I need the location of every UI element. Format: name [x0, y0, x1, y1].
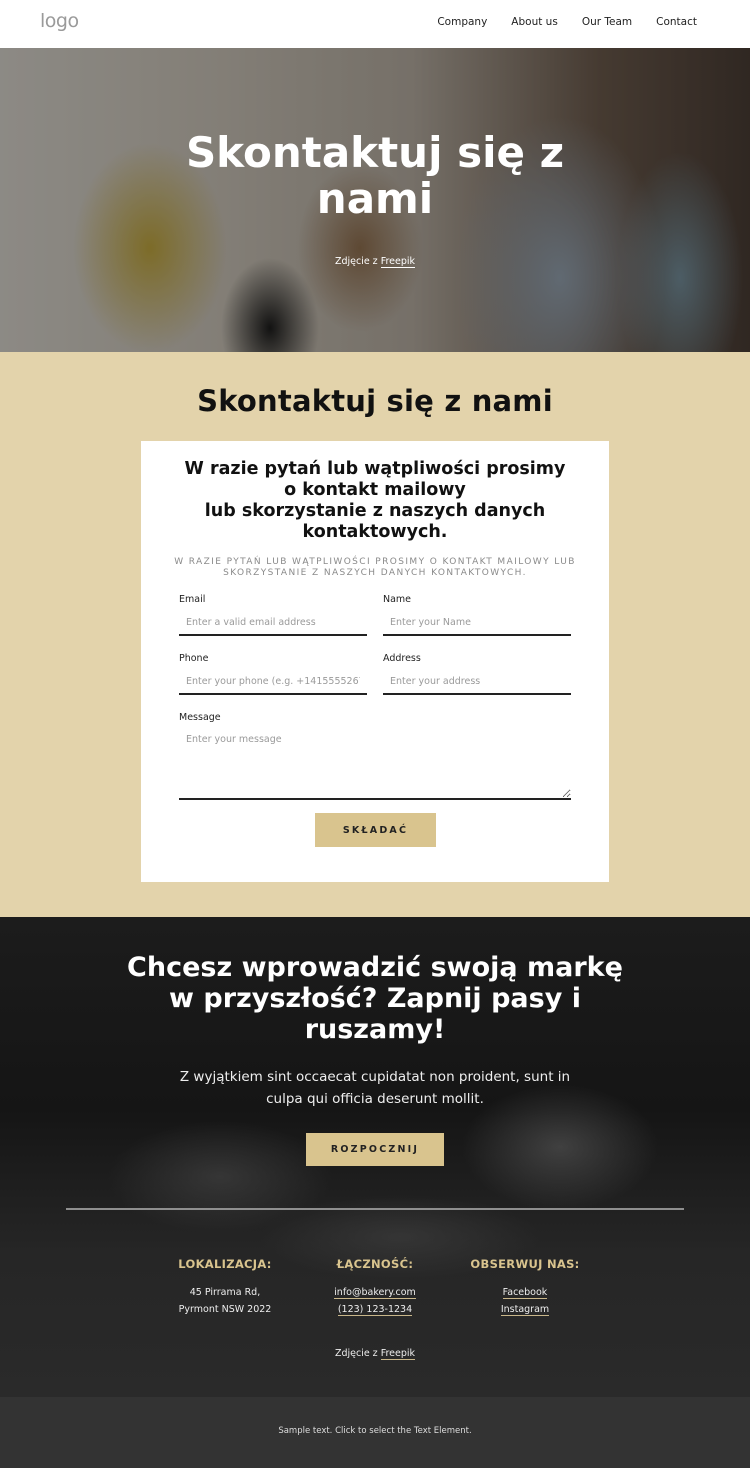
contact-column: ŁĄCZNOŚĆ: info@bakery.com (123) 123-1234 [300, 1257, 450, 1318]
cta-title: Chcesz wprowadzić swoją markę w przyszło… [127, 952, 623, 1045]
address-line: 45 Pirrama Rd, [189, 1287, 261, 1298]
freepik-link[interactable]: Freepik [380, 256, 416, 268]
hero-title: Skontaktuj się z nami [185, 128, 565, 223]
email-link[interactable]: info@bakery.com [334, 1287, 416, 1299]
email-label: Email [179, 594, 206, 605]
card-heading-line: W razie pytań lub wątpliwości prosimy [184, 459, 566, 479]
instagram-link[interactable]: Instagram [500, 1303, 550, 1316]
card-heading-line: o kontakt mailowy [284, 480, 466, 500]
contact-title: Skontaktuj się z nami [197, 384, 553, 418]
message-label: Message [179, 712, 221, 723]
instagram-line: Instagram [450, 1302, 600, 1319]
name-input[interactable] [383, 610, 571, 636]
email-line: info@bakery.com [300, 1285, 450, 1302]
address-label: Address [383, 653, 421, 664]
nav-contact[interactable]: Contact [656, 16, 697, 28]
message-field-group: Message [179, 712, 571, 800]
location-heading: LOKALIZACJA: [178, 1257, 272, 1271]
phone-input[interactable] [179, 669, 367, 695]
phone-field-group: Phone [179, 653, 367, 695]
location-column: LOKALIZACJA: 45 Pirrama Rd, Pyrmont NSW … [150, 1257, 300, 1318]
phone-label: Phone [179, 653, 209, 664]
contact-heading: ŁĄCZNOŚĆ: [336, 1257, 414, 1271]
follow-heading: OBSERWUJ NAS: [470, 1257, 580, 1271]
nav-company[interactable]: Company [437, 16, 487, 28]
hero-section: Skontaktuj się z nami Zdjęcie z Freepik [0, 48, 750, 352]
email-input[interactable] [179, 610, 367, 636]
freepik-link[interactable]: Freepik [380, 1348, 416, 1360]
submit-button[interactable]: SKŁADAĆ [315, 813, 436, 847]
credit-prefix: Zdjęcie z [334, 256, 381, 267]
cta-text: Z wyjątkiem sint occaecat cupidatat non … [179, 1069, 571, 1107]
cta-section: Chcesz wprowadzić swoją markę w przyszło… [0, 917, 750, 1397]
phone-line: (123) 123-1234 [300, 1302, 450, 1319]
contact-card: W razie pytań lub wątpliwości prosimy o … [141, 441, 609, 882]
divider [66, 1208, 684, 1210]
logo[interactable]: logo [40, 10, 79, 32]
address-input[interactable] [383, 669, 571, 695]
address-line: Pyrmont NSW 2022 [178, 1303, 272, 1315]
nav-our-team[interactable]: Our Team [582, 16, 632, 28]
facebook-line: Facebook [450, 1285, 600, 1302]
address-field-group: Address [383, 653, 571, 695]
card-heading-line: lub skorzystanie z naszych danych [204, 501, 546, 521]
card-heading: W razie pytań lub wątpliwości prosimy o … [161, 459, 589, 543]
email-field-group: Email [179, 594, 367, 636]
phone-link[interactable]: (123) 123-1234 [337, 1303, 413, 1316]
name-field-group: Name [383, 594, 571, 636]
credit-prefix: Zdjęcie z [334, 1348, 381, 1359]
site-footer: Sample text. Click to select the Text El… [0, 1397, 750, 1468]
facebook-link[interactable]: Facebook [502, 1287, 548, 1299]
card-subtitle: W razie pytań lub wątpliwości prosimy o … [174, 557, 576, 578]
cta-photo-credit: Zdjęcie z Freepik [0, 1348, 750, 1360]
main-nav: Company About us Our Team Contact [437, 16, 697, 28]
site-header: logo Company About us Our Team Contact [0, 0, 750, 48]
contact-section: Skontaktuj się z nami W razie pytań lub … [0, 352, 750, 917]
footer-text[interactable]: Sample text. Click to select the Text El… [0, 1426, 750, 1436]
start-button[interactable]: ROZPOCZNIJ [306, 1133, 444, 1166]
nav-about-us[interactable]: About us [511, 16, 558, 28]
hero-photo-credit: Zdjęcie z Freepik [0, 256, 750, 268]
follow-column: OBSERWUJ NAS: Facebook Instagram [450, 1257, 600, 1318]
card-heading-line: kontaktowych. [302, 522, 448, 542]
message-textarea[interactable] [179, 728, 571, 800]
name-label: Name [383, 594, 412, 605]
hero-content: Skontaktuj się z nami Zdjęcie z Freepik [0, 48, 750, 352]
